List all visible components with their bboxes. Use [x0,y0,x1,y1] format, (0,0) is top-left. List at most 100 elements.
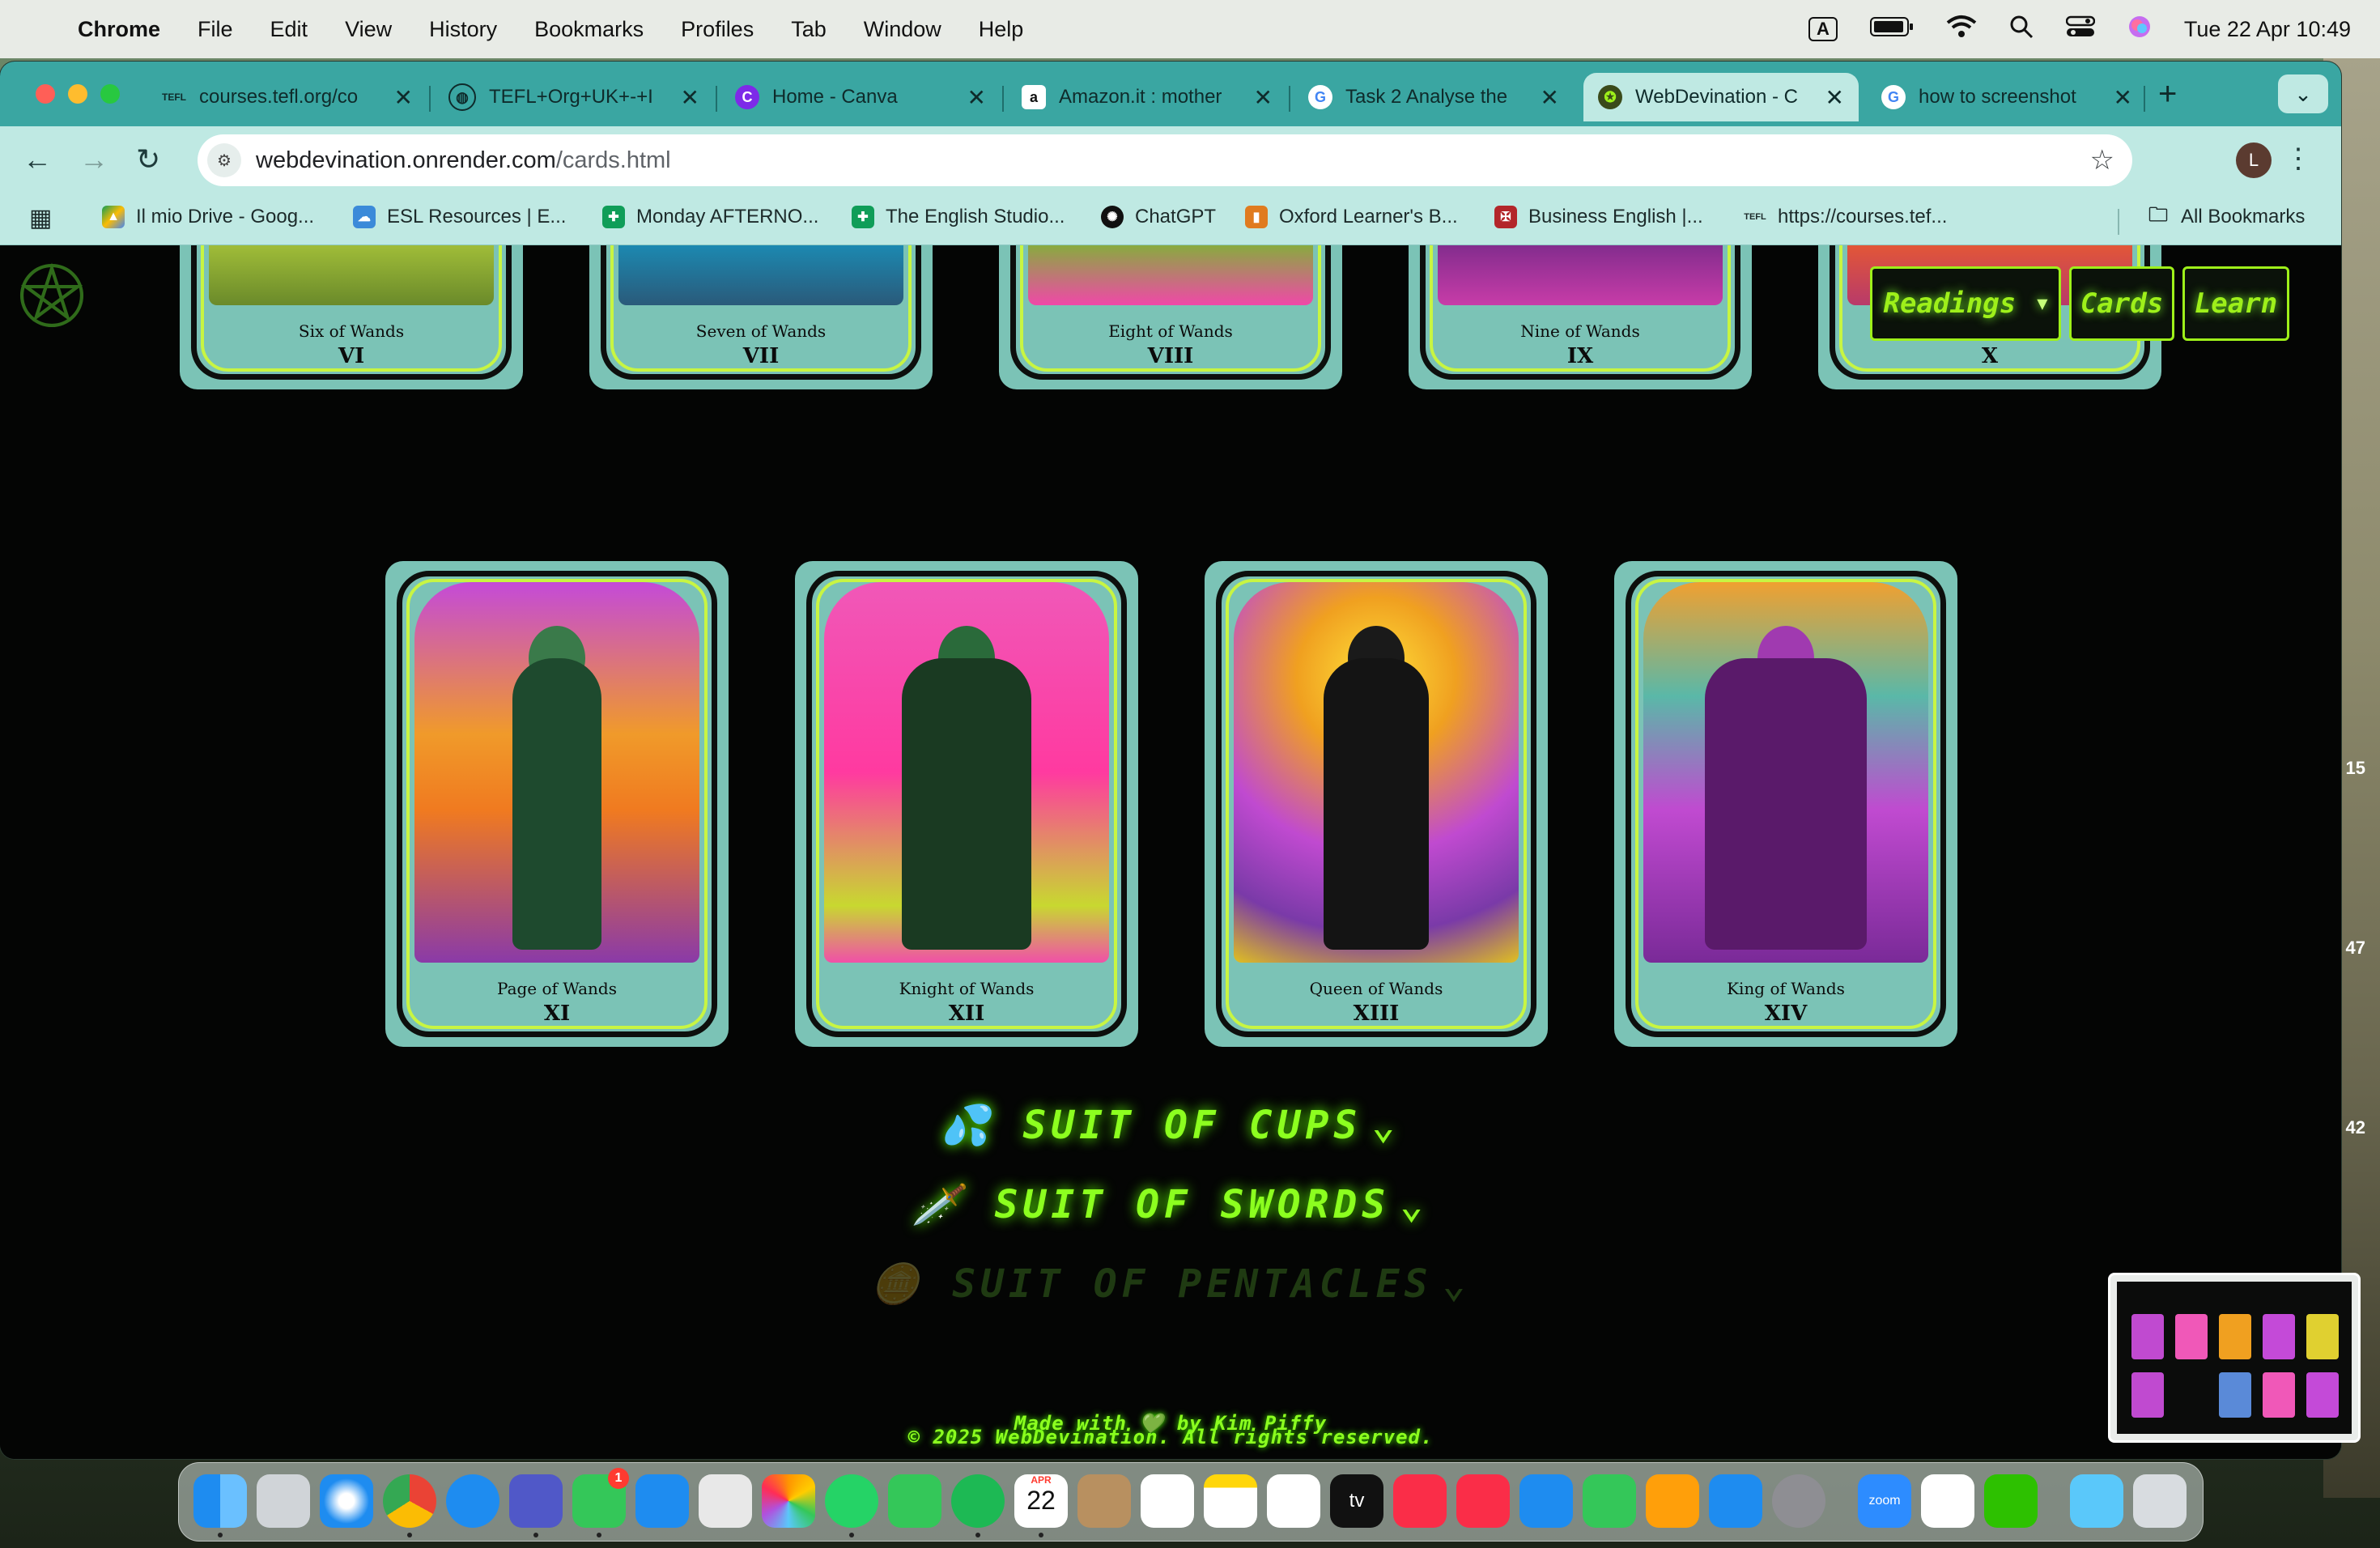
tab-tefl-org[interactable]: ◍ TEFL+Org+UK+-+I ✕ [448,73,699,121]
app-store-icon[interactable] [1709,1474,1762,1528]
menu-tab[interactable]: Tab [791,17,827,42]
suit-of-cups-toggle[interactable]: 💦 SUIT OF CUPS ⌄ [0,1102,2341,1148]
tab-webdevination[interactable]: ✪ WebDevination - C ✕ [1583,73,1859,121]
tarot-card[interactable]: Seven of Wands VII [589,245,933,389]
numbers-icon[interactable] [1583,1474,1636,1528]
tarot-card-king-of-wands[interactable]: King of Wands XIV [1614,561,1957,1047]
tips-icon[interactable] [1921,1474,1974,1528]
bookmark-star-icon[interactable]: ☆ [2090,144,2114,176]
chrome-menu-icon[interactable]: ⋮ [2284,142,2312,175]
calendar-icon[interactable]: APR 22 [1014,1474,1068,1528]
menu-view[interactable]: View [345,17,392,42]
close-tab-icon[interactable]: ✕ [1541,84,1559,111]
freeform-icon[interactable] [1267,1474,1320,1528]
bookmark-esl[interactable]: ☁ ESL Resources | E... [353,206,566,228]
menu-profiles[interactable]: Profiles [681,17,754,42]
tab-how-to-screenshot[interactable]: G how to screenshot ✕ [1881,73,2132,121]
learn-nav-button[interactable]: Learn [2182,266,2289,341]
menu-bookmarks[interactable]: Bookmarks [534,17,644,42]
close-window-button[interactable] [36,84,55,104]
close-tab-icon[interactable]: ✕ [1825,84,1844,111]
close-tab-icon[interactable]: ✕ [394,84,413,111]
photos-icon[interactable] [762,1474,815,1528]
bookmark-business-english[interactable]: ✠ Business English |... [1494,206,1703,228]
spotlight-search-icon[interactable] [2009,15,2034,45]
tarot-card[interactable]: Eight of Wands VIII [999,245,1342,389]
teams-icon[interactable] [509,1474,563,1528]
minimize-window-button[interactable] [68,84,87,104]
spotify-icon[interactable] [951,1474,1005,1528]
bookmark-oxford[interactable]: ▮ Oxford Learner's B... [1245,206,1458,228]
finder-icon[interactable] [193,1474,247,1528]
forward-arrow-icon[interactable]: → [79,142,108,176]
facetime-icon[interactable] [888,1474,941,1528]
tab-canva[interactable]: C Home - Canva ✕ [735,73,986,121]
readings-dropdown-button[interactable]: Readings ▼ [1870,266,2061,341]
close-tab-icon[interactable]: ✕ [967,84,986,111]
pentagram-logo-icon[interactable] [18,262,86,330]
bookmark-monday[interactable]: ✚ Monday AFTERNO... [602,206,818,228]
trash-icon[interactable] [2133,1474,2187,1528]
menu-help[interactable]: Help [979,17,1024,42]
safari-icon[interactable] [320,1474,373,1528]
news-icon[interactable] [1456,1474,1510,1528]
tarot-card-knight-of-wands[interactable]: Knight of Wands XII [795,561,1138,1047]
site-settings-icon[interactable]: ⚙ [207,143,241,177]
skype-icon[interactable] [446,1474,499,1528]
menu-history[interactable]: History [429,17,497,42]
bookmark-english-studio[interactable]: ✚ The English Studio... [852,206,1065,228]
wechat-icon[interactable] [1984,1474,2038,1528]
menu-window[interactable]: Window [864,17,941,42]
cards-nav-button[interactable]: Cards [2069,266,2174,341]
close-tab-icon[interactable]: ✕ [681,84,699,111]
tab-search-chevron-icon[interactable]: ⌄ [2278,74,2328,113]
whatsapp-icon[interactable] [825,1474,878,1528]
bookmark-drive[interactable]: ▲ Il mio Drive - Goog... [102,206,314,228]
tarot-card-queen-of-wands[interactable]: Queen of Wands XIII [1205,561,1548,1047]
menubar-clock[interactable]: Tue 22 Apr 10:49 [2184,17,2351,42]
reminders-icon[interactable] [1141,1474,1194,1528]
suit-of-pentacles-toggle[interactable]: 🪙 SUIT OF PENTACLES ⌄ [0,1261,2341,1307]
menu-app-name[interactable]: Chrome [78,17,160,42]
chrome-icon[interactable] [383,1474,436,1528]
keynote-icon[interactable] [1519,1474,1573,1528]
menu-file[interactable]: File [198,17,233,42]
mail-icon[interactable] [635,1474,689,1528]
downloads-folder-icon[interactable] [2070,1474,2123,1528]
apple-tv-icon[interactable]: tv [1330,1474,1383,1528]
system-settings-icon[interactable] [1772,1474,1825,1528]
screenshot-thumbnail[interactable] [2108,1273,2361,1443]
music-icon[interactable] [1393,1474,1447,1528]
apps-grid-icon[interactable]: ▦ [29,204,52,232]
bookmark-chatgpt[interactable]: ✺ ChatGPT [1101,206,1216,228]
tab-task-2[interactable]: G Task 2 Analyse the ✕ [1308,73,1559,121]
notes-icon[interactable] [1204,1474,1257,1528]
reload-icon[interactable]: ↻ [136,142,160,176]
control-center-icon[interactable] [2065,15,2096,45]
zoom-icon[interactable]: zoom [1858,1474,1911,1528]
wifi-icon[interactable] [1946,15,1977,45]
launchpad-icon[interactable] [257,1474,310,1528]
pages-icon[interactable] [1646,1474,1699,1528]
battery-icon[interactable] [1869,16,1914,43]
maps-icon[interactable] [699,1474,752,1528]
zoom-window-button[interactable] [100,84,120,104]
tab-amazon[interactable]: a Amazon.it : mother ✕ [1022,73,1273,121]
profile-avatar[interactable]: L [2236,142,2272,178]
contacts-icon[interactable] [1077,1474,1131,1528]
tab-tefl-courses[interactable]: TEFL courses.tefl.org/co ✕ [162,73,413,121]
all-bookmarks-folder[interactable]: 🗀 All Bookmarks [2147,204,2305,228]
address-bar[interactable]: ⚙ webdevination.onrender.com/cards.html … [198,134,2132,186]
close-tab-icon[interactable]: ✕ [2114,84,2132,111]
new-tab-button[interactable]: + [2158,76,2177,113]
suit-of-swords-toggle[interactable]: 🗡️ SUIT OF SWORDS ⌄ [0,1181,2341,1227]
back-arrow-icon[interactable]: ← [23,142,52,176]
menu-edit[interactable]: Edit [270,17,308,42]
bookmark-tefl-courses[interactable]: TEFL https://courses.tef... [1744,206,1947,228]
input-source-icon[interactable]: A [1808,17,1838,41]
siri-icon[interactable] [2127,15,2152,45]
tarot-card-page-of-wands[interactable]: Page of Wands XI [385,561,729,1047]
tarot-card[interactable]: Six of Wands VI [180,245,523,389]
tarot-card[interactable]: Nine of Wands IX [1409,245,1752,389]
close-tab-icon[interactable]: ✕ [1254,84,1273,111]
